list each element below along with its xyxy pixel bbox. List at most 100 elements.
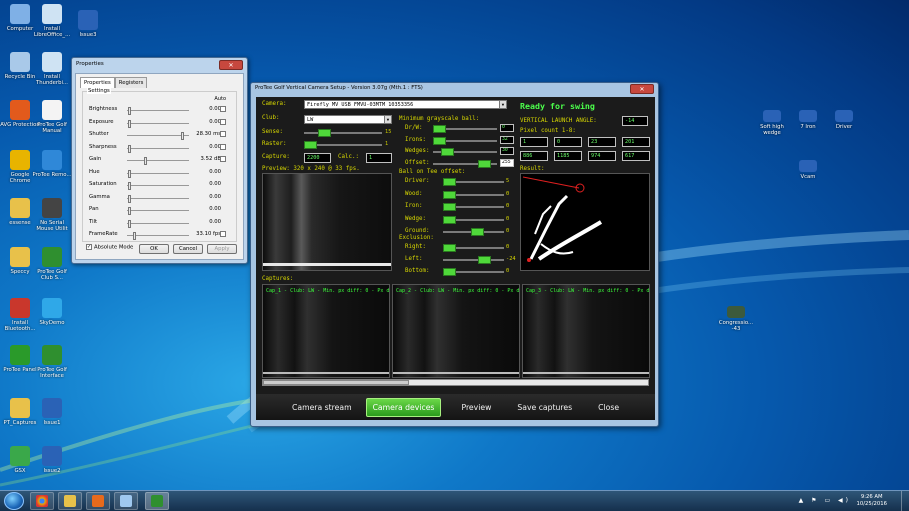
exclusion-slider[interactable] [443,244,504,252]
slider-thumb[interactable] [443,190,456,199]
properties-close-button[interactable]: ✕ [219,60,243,70]
club-select[interactable]: LW ▼ [304,115,392,124]
desktop-icon-protee-golf-manual[interactable]: ProTee Golf Manual [32,100,72,134]
slider-thumb[interactable] [433,136,446,145]
save-captures-button[interactable]: Save captures [511,399,578,416]
sense-slider[interactable]: 15 [304,129,391,137]
taskbar-explorer[interactable] [58,492,82,510]
slider-thumb[interactable] [128,107,132,115]
auto-checkbox[interactable] [220,131,226,137]
desktop-icon-driver[interactable]: Driver [824,110,864,130]
pan-slider[interactable] [127,207,189,215]
tee-slider[interactable] [443,178,504,186]
shutter-slider[interactable] [127,132,189,140]
gain-slider[interactable] [127,157,189,165]
desktop-icon-protee-remo-[interactable]: ProTee Remo... [32,150,72,178]
capture-panel[interactable]: Cap_2 - Club: LW - Min. px diff: 0 - Px … [392,284,520,378]
tilt-slider[interactable] [127,219,189,228]
grayscale-slider[interactable] [433,159,497,168]
slider-thumb[interactable] [443,244,456,252]
ok-button[interactable]: OK [139,244,169,254]
camera-select[interactable]: Firefly MV USB FMVU-03MTM 10353356 ▼ [304,100,507,109]
preview-button[interactable]: Preview [455,399,497,416]
slider-thumb[interactable] [478,256,491,264]
slider-thumb[interactable] [128,194,132,203]
desktop-icon-skydemo[interactable]: SkyDemo [32,298,72,326]
taskbar-media-player[interactable] [86,492,110,510]
desktop-icon-7-iron[interactable]: 7 Iron [788,110,828,130]
slider-thumb[interactable] [132,232,136,240]
tee-slider[interactable] [443,228,504,236]
clock[interactable]: 9:26 AM 10/25/2016 [856,494,887,508]
desktop-icon-no-serial-mouse-utilit[interactable]: No Serial Mouse Utilit [32,198,72,232]
grayscale-slider[interactable] [433,136,497,145]
desktop-icon-protee-golf-club-s-[interactable]: ProTee Golf Club S... [32,247,72,281]
capture-panel[interactable]: Cap_1 - Club: LW - Min. px diff: 0 - Px … [262,284,390,378]
desktop-icon-soft-high-wedge[interactable]: Soft high wedge [752,110,792,136]
gamma-slider[interactable] [127,194,189,203]
camera-devices-button[interactable]: Camera devices [365,397,442,417]
slider-thumb[interactable] [443,203,456,211]
desktop-icon-install-libreoffice-[interactable]: Install LibreOffice_... [32,4,72,38]
auto-checkbox[interactable] [220,106,226,112]
desktop-icon-install-thunderbi-[interactable]: Install Thunderbi... [32,52,72,86]
raster-slider[interactable]: 1 [304,141,388,149]
tee-slider[interactable] [443,215,504,224]
grayscale-slider[interactable] [433,148,497,156]
slider-thumb[interactable] [304,141,317,149]
taskbar-protee[interactable] [145,492,169,510]
camera-stream-button[interactable]: Camera stream [286,399,358,416]
slider-thumb[interactable] [128,144,132,153]
slider-thumb[interactable] [128,182,132,190]
grayscale-slider[interactable] [433,125,497,133]
desktop-icon-congressio-43[interactable]: Congressio... -43 [716,306,756,332]
exclusion-slider[interactable] [443,268,504,276]
slider-thumb[interactable] [143,157,147,165]
scrollbar-thumb[interactable] [263,380,409,385]
desktop-icon-vcam[interactable]: Vcam [788,160,828,180]
tab-registers[interactable]: Registers [114,77,148,88]
slider-thumb[interactable] [128,169,132,178]
slider-thumb[interactable] [128,207,132,215]
exposure-slider[interactable] [127,119,189,128]
auto-checkbox[interactable] [220,231,226,237]
desktop-icon-issue2[interactable]: Issue2 [32,446,72,474]
slider-thumb[interactable] [471,228,484,236]
slider-thumb[interactable] [443,178,456,186]
slider-thumb[interactable] [441,148,454,156]
slider-thumb[interactable] [478,159,491,168]
close-button[interactable]: Close [592,399,625,416]
taskbar-chrome[interactable] [30,492,54,510]
start-button[interactable] [4,492,24,510]
cancel-button[interactable]: Cancel [173,244,203,254]
hue-slider[interactable] [127,169,189,178]
capture-input[interactable]: 2200 [304,153,331,163]
exclusion-slider[interactable] [443,256,504,264]
slider-thumb[interactable] [128,219,132,228]
desktop-icon-protee-golf-interface[interactable]: ProTee Golf Interface [32,345,72,379]
tab-properties[interactable]: Properties [80,77,115,88]
saturation-slider[interactable] [127,182,189,190]
calc-input[interactable]: 1 [366,153,392,163]
desktop-icon-issue1[interactable]: Issue1 [32,398,72,426]
captures-scrollbar[interactable] [262,379,649,386]
sharpness-slider[interactable] [127,144,189,153]
tee-slider[interactable] [443,190,504,199]
auto-checkbox[interactable] [220,156,226,162]
brightness-slider[interactable] [127,107,189,115]
tee-slider[interactable] [443,203,504,211]
desktop-icon-issue3[interactable]: Issue3 [68,10,108,38]
system-tray-icons[interactable]: ▲ ⚑ ▭ ◀) [799,497,851,504]
protee-close-button[interactable]: ✕ [630,84,654,94]
taskbar-paint[interactable] [114,492,138,510]
show-desktop-button[interactable] [901,491,909,511]
framerate-slider[interactable] [127,232,189,240]
slider-thumb[interactable] [433,125,446,133]
apply-button[interactable]: Apply [207,244,237,254]
slider-thumb[interactable] [443,268,456,276]
slider-thumb[interactable] [443,215,456,224]
slider-thumb[interactable] [181,132,185,140]
capture-panel[interactable]: Cap_3 - Club: LW - Min. px diff: 0 - Px … [522,284,650,378]
slider-thumb[interactable] [128,119,132,128]
absolute-mode-checkbox[interactable]: ✓ Absolute Mode [86,244,133,251]
